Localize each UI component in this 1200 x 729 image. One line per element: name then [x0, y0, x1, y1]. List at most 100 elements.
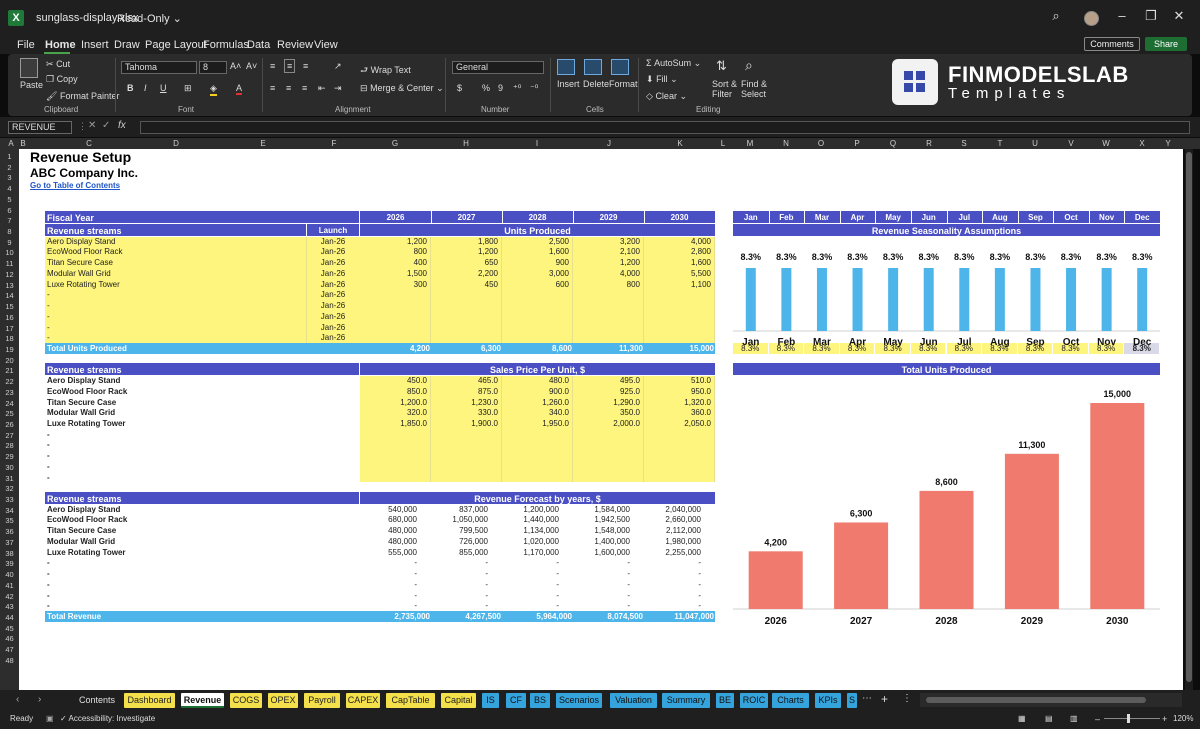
- formula-input[interactable]: [140, 121, 1190, 134]
- column-header-k[interactable]: K: [672, 138, 688, 149]
- merge-center-button[interactable]: ⊟ Merge & Center ⌄: [360, 83, 444, 94]
- units-value[interactable]: 1,200: [431, 247, 498, 256]
- decrease-decimal-icon[interactable]: ⁻⁰: [530, 83, 538, 94]
- zoom-level[interactable]: 120%: [1173, 714, 1193, 723]
- conditional-formatting-icon[interactable]: [557, 59, 575, 75]
- avatar[interactable]: [1084, 11, 1099, 26]
- row-header-14[interactable]: 14: [0, 291, 19, 300]
- format-as-table-icon[interactable]: [584, 59, 602, 75]
- menu-insert[interactable]: Insert: [81, 39, 109, 51]
- row-header-5[interactable]: 5: [0, 195, 19, 204]
- row-header-24[interactable]: 24: [0, 399, 19, 408]
- launch-date[interactable]: Jan-26: [307, 323, 359, 332]
- price-value[interactable]: 1,900.0: [431, 419, 498, 428]
- fill-color-icon[interactable]: ◈: [210, 83, 217, 96]
- italic-button[interactable]: I: [144, 83, 147, 93]
- row-header-43[interactable]: 43: [0, 602, 19, 611]
- row-header-25[interactable]: 25: [0, 409, 19, 418]
- price-value[interactable]: 875.0: [431, 387, 498, 396]
- row-header-9[interactable]: 9: [0, 238, 19, 247]
- shrink-font-button[interactable]: A˅: [246, 61, 257, 71]
- row-header-10[interactable]: 10: [0, 248, 19, 257]
- cell-styles-icon[interactable]: [611, 59, 629, 75]
- more-tabs-icon[interactable]: ⋯: [862, 693, 872, 704]
- row-header-44[interactable]: 44: [0, 613, 19, 622]
- row-header-26[interactable]: 26: [0, 420, 19, 429]
- paste-icon[interactable]: [20, 58, 38, 78]
- horizontal-scrollbar[interactable]: [920, 693, 1182, 707]
- orientation-icon[interactable]: ↗: [334, 61, 342, 72]
- restore-icon[interactable]: ❐: [1141, 8, 1161, 24]
- price-value[interactable]: 1,260.0: [502, 398, 569, 407]
- page-layout-view-icon[interactable]: ▤: [1045, 714, 1053, 723]
- insert-function-icon[interactable]: fx: [118, 120, 126, 131]
- units-value[interactable]: 1,200: [573, 258, 640, 267]
- menu-page-layout[interactable]: Page Layout: [145, 39, 207, 51]
- column-header-u[interactable]: U: [1027, 138, 1043, 149]
- underline-button[interactable]: U: [160, 83, 167, 93]
- price-value[interactable]: 925.0: [573, 387, 640, 396]
- tab-scenarios[interactable]: Scenarios: [556, 693, 602, 708]
- bold-button[interactable]: B: [127, 83, 134, 93]
- font-size-select[interactable]: 8: [199, 61, 227, 74]
- row-header-48[interactable]: 48: [0, 656, 19, 665]
- units-value[interactable]: 4,000: [573, 269, 640, 278]
- find-select-button[interactable]: Find & Select: [741, 79, 771, 99]
- menu-home[interactable]: Home: [45, 39, 76, 51]
- price-value[interactable]: 1,320.0: [644, 398, 711, 407]
- insert-cells-button[interactable]: Insert: [557, 79, 580, 89]
- price-value[interactable]: 350.0: [573, 408, 640, 417]
- tab-dashboard[interactable]: Dashboard: [124, 693, 175, 708]
- launch-date[interactable]: Jan-26: [307, 290, 359, 299]
- launch-date[interactable]: Jan-26: [307, 269, 359, 278]
- tab-charts[interactable]: Charts: [772, 693, 809, 708]
- units-value[interactable]: 800: [360, 247, 427, 256]
- launch-date[interactable]: Jan-26: [307, 301, 359, 310]
- column-header-l[interactable]: L: [715, 138, 731, 149]
- units-value[interactable]: 450: [431, 280, 498, 289]
- column-header-h[interactable]: H: [458, 138, 474, 149]
- units-value[interactable]: 300: [360, 280, 427, 289]
- row-header-40[interactable]: 40: [0, 570, 19, 579]
- units-value[interactable]: 2,200: [431, 269, 498, 278]
- row-header-39[interactable]: 39: [0, 559, 19, 568]
- row-header-20[interactable]: 20: [0, 356, 19, 365]
- column-header-n[interactable]: N: [778, 138, 794, 149]
- tab-is[interactable]: IS: [482, 693, 499, 708]
- decrease-indent-icon[interactable]: ⇤: [318, 83, 326, 94]
- launch-date[interactable]: Jan-26: [307, 333, 359, 342]
- tab-kpis[interactable]: KPIs: [815, 693, 841, 708]
- units-value[interactable]: 1,800: [431, 237, 498, 246]
- align-center-icon[interactable]: ≡: [286, 83, 291, 93]
- price-value[interactable]: 900.0: [502, 387, 569, 396]
- column-header-f[interactable]: F: [326, 138, 342, 149]
- row-header-13[interactable]: 13: [0, 281, 19, 290]
- row-header-28[interactable]: 28: [0, 441, 19, 450]
- currency-button[interactable]: $: [457, 83, 462, 93]
- price-value[interactable]: 2,000.0: [573, 419, 640, 428]
- column-header-d[interactable]: D: [168, 138, 184, 149]
- align-right-icon[interactable]: ≡: [302, 83, 307, 93]
- row-header-36[interactable]: 36: [0, 527, 19, 536]
- comma-button[interactable]: 9: [498, 83, 503, 93]
- row-header-4[interactable]: 4: [0, 184, 19, 193]
- menu-review[interactable]: Review: [277, 39, 313, 51]
- row-header-29[interactable]: 29: [0, 452, 19, 461]
- launch-date[interactable]: Jan-26: [307, 312, 359, 321]
- row-header-15[interactable]: 15: [0, 302, 19, 311]
- column-header-j[interactable]: J: [601, 138, 617, 149]
- enter-icon[interactable]: ✓: [102, 120, 110, 131]
- scroll-tabs-right-icon[interactable]: ›: [38, 694, 41, 705]
- price-value[interactable]: 465.0: [431, 376, 498, 385]
- tab-splitter-icon[interactable]: ⋮: [902, 693, 912, 704]
- row-header-23[interactable]: 23: [0, 388, 19, 397]
- tab-s[interactable]: S: [847, 693, 857, 708]
- number-format-select[interactable]: General: [452, 61, 544, 74]
- launch-date[interactable]: Jan-26: [307, 280, 359, 289]
- align-bottom-icon[interactable]: ≡: [303, 61, 308, 71]
- row-header-42[interactable]: 42: [0, 592, 19, 601]
- format-painter-button[interactable]: 🖌 Format Painter: [46, 91, 119, 102]
- borders-icon[interactable]: ⊞: [184, 83, 192, 94]
- row-header-45[interactable]: 45: [0, 624, 19, 633]
- price-value[interactable]: 450.0: [360, 376, 427, 385]
